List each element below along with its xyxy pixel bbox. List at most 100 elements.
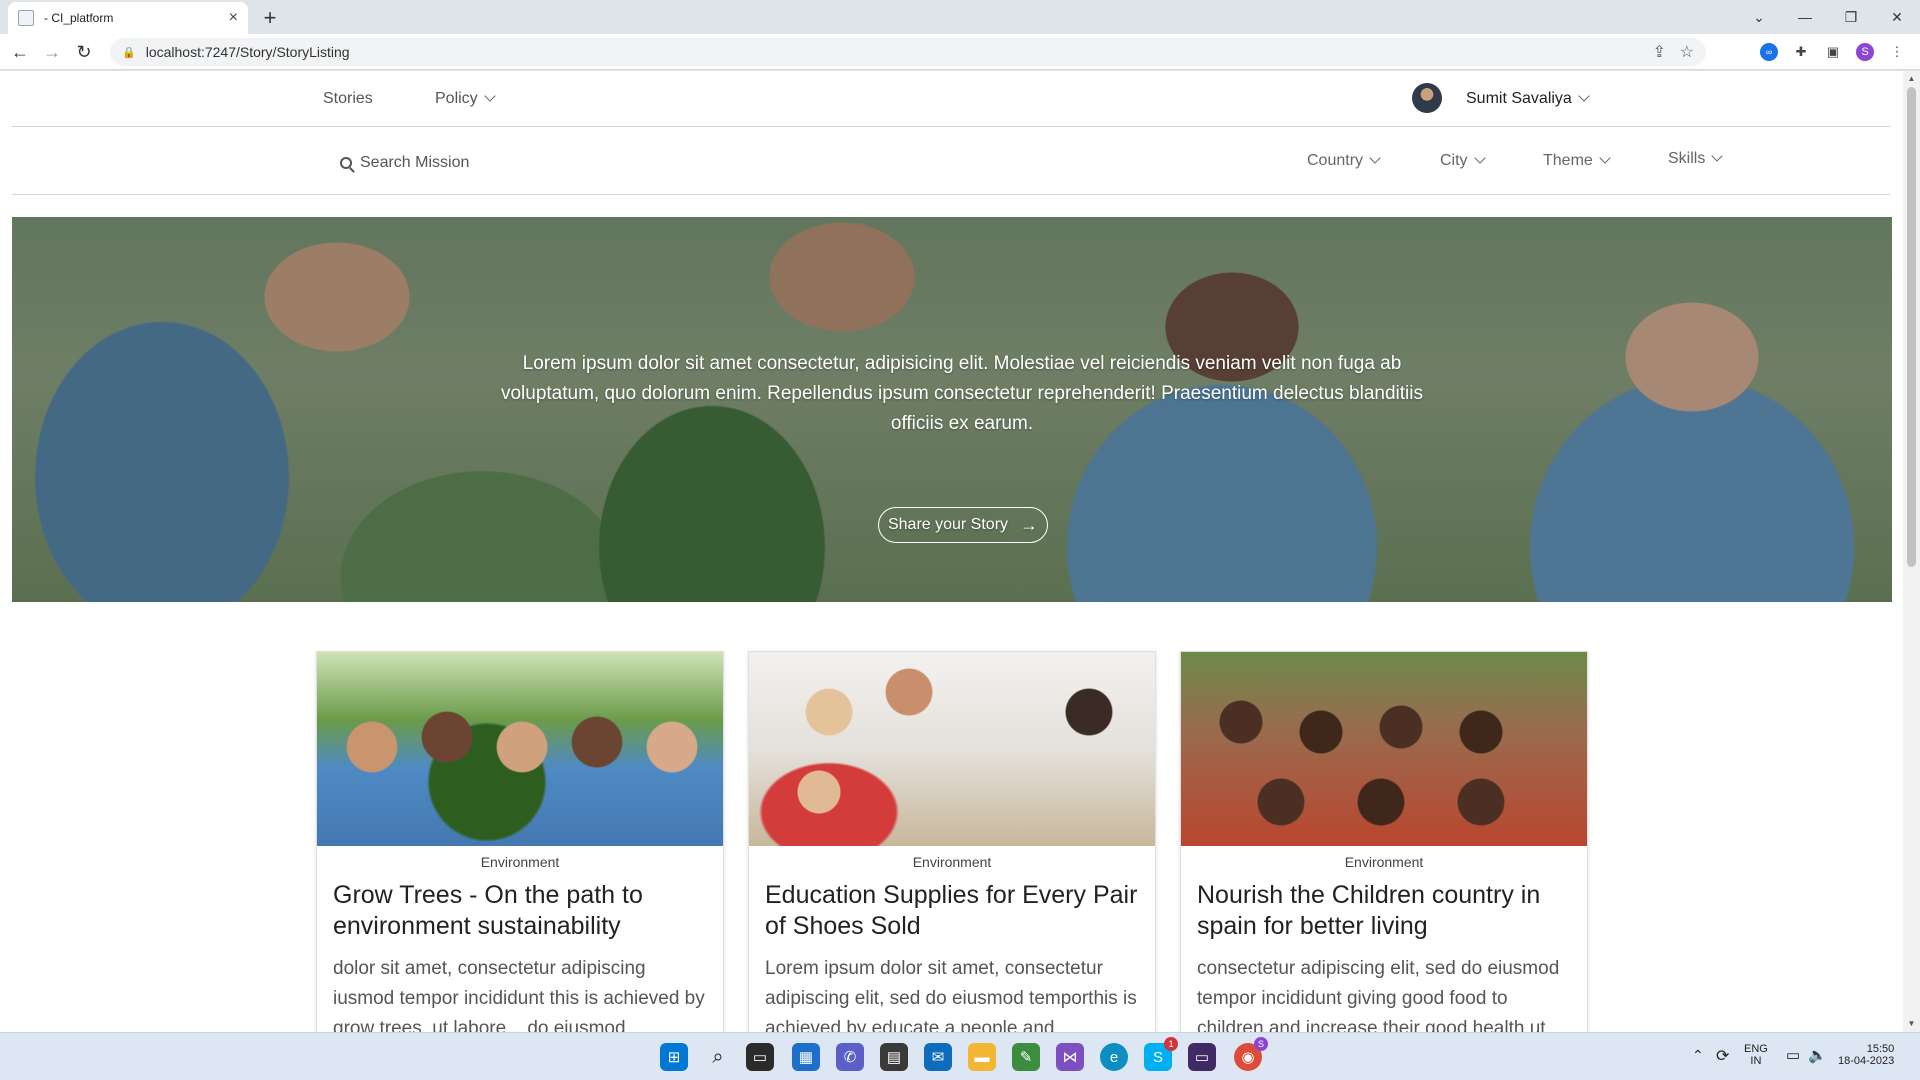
chrome-profile-badge: S [1254,1037,1268,1051]
network-icon[interactable]: ▭ [1786,1046,1800,1064]
story-image [749,652,1155,846]
widgets-icon[interactable]: ▦ [792,1043,820,1071]
sync-icon[interactable]: ⟳ [1716,1046,1729,1066]
story-image [1181,652,1587,846]
story-title[interactable]: Nourish the Children country in spain fo… [1181,880,1587,942]
back-icon[interactable]: ← [8,40,32,64]
story-title[interactable]: Education Supplies for Every Pair of Sho… [749,880,1155,942]
user-menu[interactable]: Sumit Savaliya [1466,90,1590,108]
clock-time: 15:50 [1866,1043,1895,1055]
profile-avatar[interactable]: S [1856,43,1874,61]
search-icon [340,157,352,169]
lock-icon[interactable]: 🔒 [122,46,136,59]
nav-policy-label: Policy [435,90,478,107]
hero-text: Lorem ipsum dolor sit amet consectetur, … [500,353,1423,434]
top-navbar: Stories Policy Sumit Savaliya [12,71,1890,127]
filter-city-label: City [1440,152,1468,169]
tray-overflow-icon[interactable]: ⌃ [1692,1047,1704,1064]
chrome-icon[interactable]: ◉ S [1234,1037,1268,1071]
bookmark-star-icon[interactable]: ☆ [1680,42,1694,62]
nav-stories[interactable]: Stories [323,90,373,108]
forward-icon[interactable]: → [40,40,64,64]
skype-icon[interactable]: S1 [1144,1037,1178,1071]
story-theme: Environment [1344,854,1424,870]
user-avatar[interactable] [1412,83,1442,113]
terminal-icon[interactable]: ▭ [1188,1043,1216,1071]
share-story-label: Share your Story [887,516,1009,533]
nav-policy[interactable]: Policy [435,90,496,108]
restore-icon[interactable]: ❐ [1828,0,1874,34]
minimize-icon[interactable]: — [1782,0,1828,34]
scroll-up-icon[interactable]: ▲ [1903,71,1920,87]
chevron-down-icon [1578,90,1590,102]
side-panel-icon[interactable]: ▣ [1824,43,1842,61]
task-view-icon[interactable]: ▭ [746,1043,774,1071]
region-code: IN [1750,1055,1762,1067]
browser-toolbar: ← → ↻ 🔒 localhost:7247/Story/StoryListin… [0,34,1920,70]
extension-icon[interactable]: ∞ [1760,43,1778,61]
chevron-down-icon [1711,150,1724,162]
mail-icon[interactable]: ✉ [924,1043,952,1071]
filter-skills[interactable]: Skills [1668,150,1724,168]
address-bar[interactable]: 🔒 localhost:7247/Story/StoryListing ⇪ ☆ [110,38,1706,66]
scroll-down-icon[interactable]: ▼ [1903,1016,1920,1032]
language-indicator[interactable]: ENG IN [1744,1043,1768,1067]
scrollbar-thumb[interactable] [1907,87,1916,567]
story-description: dolor sit amet, consectetur adipiscing i… [333,958,705,1032]
story-image [317,652,723,846]
volume-icon[interactable]: 🔈 [1808,1046,1827,1064]
filter-theme[interactable]: Theme [1543,152,1611,170]
chevron-down-icon [484,90,496,102]
story-card[interactable]: Environment Grow Trees - On the path to … [316,651,724,1032]
close-window-icon[interactable]: ✕ [1874,0,1920,34]
filter-city[interactable]: City [1440,152,1486,170]
chevron-down-icon [1369,152,1381,164]
chat-icon[interactable]: ✆ [836,1043,864,1071]
page-scrollbar[interactable]: ▲ ▼ [1903,71,1920,1032]
store-icon[interactable]: ▤ [880,1043,908,1071]
story-description: Lorem ipsum dolor sit amet, consectetur … [765,958,1137,1032]
filter-theme-label: Theme [1543,152,1593,169]
tab-search-icon[interactable]: ⌄ [1736,0,1782,34]
arrow-right-icon: → [1020,514,1039,535]
hero-banner: Lorem ipsum dolor sit amet consectetur, … [12,217,1892,602]
story-description: consectetur adipiscing elit, sed do eius… [1197,958,1560,1032]
new-tab-icon[interactable]: + [256,4,284,32]
chevron-down-icon [1473,152,1486,164]
user-name: Sumit Savaliya [1466,90,1572,107]
search-placeholder: Search Mission [360,154,470,171]
file-explorer-icon[interactable]: ▬ [968,1043,996,1071]
story-theme: Environment [912,854,992,870]
share-icon[interactable]: ⇪ [1653,42,1666,62]
windows-taskbar: ⊞ ⌕ ▭ ▦ ✆ ▤ ✉ ▬ ✎ ⋈ e S1 ▭ ◉ S ⌃ ⟳ ENG IN… [0,1032,1920,1080]
filter-country[interactable]: Country [1307,152,1381,170]
url-text: localhost:7247/Story/StoryListing [145,44,350,60]
tab-title: - CI_platform [44,11,114,25]
clock-date: 18-04-2023 [1838,1055,1895,1067]
visual-studio-icon[interactable]: ⋈ [1056,1043,1084,1071]
more-menu-icon[interactable]: ⋮ [1888,43,1906,61]
skype-badge: 1 [1164,1037,1178,1051]
browser-tab[interactable]: - CI_platform × [8,2,248,34]
page-viewport: Stories Policy Sumit Savaliya Search Mis… [0,71,1920,1032]
edge-icon[interactable]: e [1100,1043,1128,1071]
extensions-puzzle-icon[interactable]: ✚ [1792,43,1810,61]
start-icon[interactable]: ⊞ [660,1043,688,1071]
share-story-button[interactable]: Share your Story → [878,507,1048,543]
story-theme: Environment [480,854,560,870]
app-icon[interactable]: ✎ [1012,1043,1040,1071]
clock[interactable]: 15:50 18-04-2023 [1838,1043,1894,1067]
chevron-down-icon [1599,152,1611,164]
tab-strip: - CI_platform × + ⌄ — ❐ ✕ [0,0,1920,34]
story-title[interactable]: Grow Trees - On the path to environment … [317,880,723,942]
story-card[interactable]: Environment Nourish the Children country… [1180,651,1588,1032]
filter-bar: Search Mission Country City Theme Skills [12,128,1890,195]
close-tab-icon[interactable]: × [229,9,238,27]
search-mission-input[interactable]: Search Mission [340,154,469,172]
reload-icon[interactable]: ↻ [72,40,96,64]
filter-country-label: Country [1307,152,1364,169]
story-card[interactable]: Environment Education Supplies for Every… [748,651,1156,1032]
language-code: ENG [1744,1043,1768,1055]
search-icon[interactable]: ⌕ [704,1043,732,1071]
page-icon [18,10,34,26]
